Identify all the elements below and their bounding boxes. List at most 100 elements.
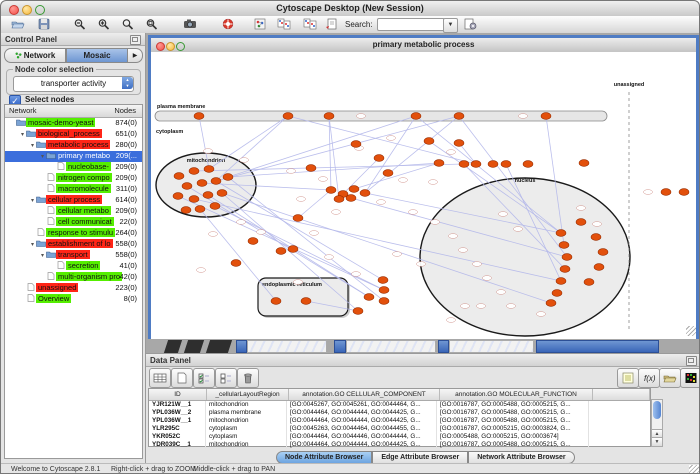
table-row[interactable]: YKR052Ccytoplasm[GO:0044464, GO:0044446,… <box>149 433 650 441</box>
table-cell: [GO:0016787, GO:0005488, GO:0005215, G..… <box>437 401 589 409</box>
tree-item-count: 8(0) <box>124 294 137 303</box>
minimized-window[interactable] <box>236 340 247 353</box>
tree-item-multi-organism-pro[interactable]: multi-organism pro42(0) <box>5 272 142 283</box>
disclosure-triangle-icon[interactable]: ▾ <box>29 241 36 248</box>
attribute-matrix-icon[interactable] <box>680 368 700 388</box>
tree-item-count: 209(... <box>116 151 137 160</box>
delete-attribute-icon[interactable] <box>237 368 259 388</box>
svg-text:mitochondrion: mitochondrion <box>187 158 226 164</box>
minimized-window[interactable] <box>164 340 182 353</box>
tree-col-network[interactable]: Network <box>9 106 37 115</box>
network-view-window[interactable]: primary metabolic process plasma membran… <box>148 35 699 339</box>
network-canvas[interactable]: plasma membranemitochondrionnucleusendop… <box>151 52 696 339</box>
scrollbar-thumb[interactable] <box>653 401 661 419</box>
tree-item-unassigned[interactable]: unassigned223(0) <box>5 283 142 294</box>
data-panel: Data Panel f(x) ID_cellularLayoutRegiona… <box>146 353 700 463</box>
tree-item-secretion[interactable]: secretion41(0) <box>5 261 142 272</box>
minimized-window[interactable] <box>438 340 449 353</box>
table-row[interactable]: YPL036W__2plasma membrane[GO:0044464, GO… <box>149 409 650 417</box>
import-attributes-icon[interactable] <box>659 368 681 388</box>
table-scrollbar[interactable]: ▲ ▼ <box>651 399 663 447</box>
float-panel-icon[interactable] <box>686 356 697 366</box>
network-window-titlebar[interactable]: primary metabolic process <box>151 38 696 53</box>
float-panel-icon[interactable] <box>130 35 141 45</box>
tab-mosaic[interactable]: Mosaic <box>66 48 128 63</box>
function-builder-icon[interactable]: f(x) <box>638 368 660 388</box>
tree-item-cellular-metabo[interactable]: cellular metabo209(0) <box>5 206 142 217</box>
disclosure-triangle-icon[interactable]: ▾ <box>29 197 36 204</box>
minimized-window[interactable] <box>184 340 204 353</box>
network-leaf-icon <box>56 162 66 171</box>
tree-item-cellular-process[interactable]: ▾cellular process614(0) <box>5 195 142 206</box>
tree-item-metabolic-process[interactable]: ▾metabolic process280(0) <box>5 140 142 151</box>
minimized-window[interactable] <box>536 340 659 353</box>
tree-item-macromolecule[interactable]: macromolecule311(0) <box>5 184 142 195</box>
vizmapper-icon[interactable] <box>251 17 269 31</box>
column-header-2[interactable]: annotation.GO CELLULAR_COMPONENT <box>289 389 440 400</box>
attribute-table-header[interactable]: ID_cellularLayoutRegionannotation.GO CEL… <box>149 389 650 401</box>
table-row[interactable]: YDR039C__1mitochondrion[GO:0044464, GO:0… <box>149 441 650 449</box>
attribute-table-icon[interactable] <box>149 368 171 388</box>
group-label: Node color selection <box>13 65 96 74</box>
tab-network[interactable]: Network <box>4 48 66 63</box>
status-welcome: Welcome to Cytoscape 2.8.1 <box>11 466 100 473</box>
table-row[interactable]: YPL036W__1mitochondrion[GO:0044464, GO:0… <box>149 417 650 425</box>
search-dropdown-button[interactable]: ▼ <box>443 18 458 33</box>
disclosure-triangle-icon[interactable]: ▾ <box>19 131 26 138</box>
tree-item-cell-communicat[interactable]: cell communicat22(0) <box>5 217 142 228</box>
tree-item-response-to-stimulu[interactable]: response to stimulu264(0) <box>5 228 142 239</box>
annotation-icon[interactable] <box>323 17 341 31</box>
zoom-fit-icon[interactable] <box>143 17 161 31</box>
tree-item-nitrogen-compo[interactable]: nitrogen compo209(0) <box>5 173 142 184</box>
help-lifering-icon[interactable] <box>219 17 237 31</box>
new-attribute-icon[interactable] <box>171 368 193 388</box>
tab-overflow-button[interactable]: ▶ <box>128 48 143 63</box>
zoom-selected-icon[interactable] <box>119 17 137 31</box>
network-leaf-icon <box>56 261 66 270</box>
network-leaf-icon <box>46 173 56 182</box>
copy-network-style-icon[interactable] <box>301 17 319 31</box>
resize-grip-icon[interactable] <box>686 326 696 336</box>
tree-item-nucleobase-[interactable]: nucleobase-209(0) <box>5 162 142 173</box>
column-header-1[interactable]: _cellularLayoutRegion <box>207 389 289 400</box>
disclosure-triangle-icon[interactable]: ▾ <box>39 252 46 259</box>
window-resize-grip-icon[interactable] <box>689 465 699 474</box>
svg-text:cytoplasm: cytoplasm <box>156 129 183 135</box>
disclosure-triangle-icon[interactable]: ▾ <box>39 153 46 160</box>
table-row[interactable]: YJR121W__1mitochondrion[GO:0045267, GO:0… <box>149 401 650 409</box>
scroll-down-button[interactable]: ▼ <box>652 437 662 446</box>
search-input[interactable] <box>377 18 445 31</box>
stepper-icon[interactable]: ▲▼ <box>122 77 133 89</box>
tree-item-establishment-of-lo[interactable]: ▾establishment of lo558(0) <box>5 239 142 250</box>
tree-item-primary-metabo[interactable]: ▾primary metabo209(... <box>5 151 142 162</box>
minimized-window[interactable] <box>334 340 346 353</box>
tree-header[interactable]: Network Nodes <box>5 105 142 118</box>
copy-network-icon[interactable] <box>275 17 293 31</box>
minimized-window[interactable] <box>206 340 232 353</box>
minimized-window[interactable] <box>346 340 436 353</box>
attribute-editor-icon[interactable] <box>617 368 639 388</box>
search-config-icon[interactable] <box>461 17 479 31</box>
status-pan-hint: Middle-click + drag to PAN <box>193 466 275 473</box>
disclosure-triangle-icon[interactable]: ▾ <box>29 142 36 149</box>
zoom-in-icon[interactable] <box>95 17 113 31</box>
select-attributes-icon[interactable] <box>193 368 215 388</box>
tree-item-biological-process[interactable]: ▾biological_process651(0) <box>5 129 142 140</box>
column-header-0[interactable]: ID <box>149 389 207 400</box>
tree-item-transport[interactable]: ▾transport558(0) <box>5 250 142 261</box>
window-titlebar[interactable]: Cytoscape Desktop (New Session) <box>1 1 699 17</box>
tree-item-mosaic-demo-yeast[interactable]: mosaic-demo-yeast874(0) <box>5 118 142 129</box>
save-icon[interactable] <box>35 17 53 31</box>
tree-col-nodes[interactable]: Nodes <box>114 106 136 115</box>
minimized-window[interactable] <box>449 340 534 353</box>
zoom-out-icon[interactable] <box>71 17 89 31</box>
column-header-3[interactable]: annotation.GO MOLECULAR_FUNCTION <box>440 389 593 400</box>
tree-item-label: macromolecule <box>56 184 111 193</box>
tree-item-overview[interactable]: Overview8(0) <box>5 294 142 305</box>
snapshot-camera-icon[interactable] <box>181 17 199 31</box>
minimized-window[interactable] <box>247 340 327 353</box>
table-row[interactable]: YLR295Ccytoplasm[GO:0045263, GO:0044464,… <box>149 425 650 433</box>
node-color-dropdown[interactable]: transporter activity ▲▼ <box>13 76 134 92</box>
unselect-attributes-icon[interactable] <box>215 368 237 388</box>
open-folder-icon[interactable] <box>9 17 27 31</box>
